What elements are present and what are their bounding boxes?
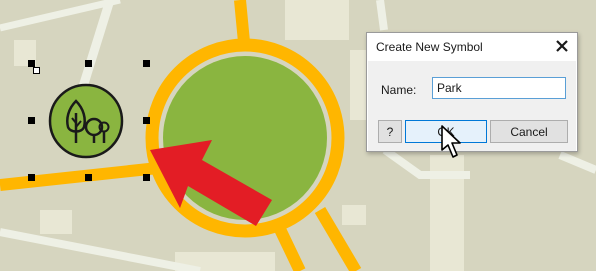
dialog-body: Name: ? OK Cancel xyxy=(368,61,576,151)
selection-handle[interactable] xyxy=(28,117,35,124)
mouse-pointer-icon xyxy=(441,125,461,158)
map-canvas[interactable]: Create New Symbol Name: ? OK Cancel xyxy=(0,0,596,271)
selection-handle[interactable] xyxy=(85,60,92,67)
building-block xyxy=(342,205,366,225)
major-road xyxy=(234,0,250,43)
name-label: Name: xyxy=(381,83,417,97)
rotation-handle[interactable] xyxy=(33,67,40,74)
selection-handle[interactable] xyxy=(28,60,35,67)
building-block xyxy=(40,210,72,234)
dialog-title: Create New Symbol xyxy=(376,40,483,54)
minor-road xyxy=(376,0,388,31)
close-icon[interactable] xyxy=(553,37,571,55)
help-button[interactable]: ? xyxy=(378,120,402,143)
red-arrow-icon xyxy=(150,140,272,226)
selection-handle[interactable] xyxy=(28,174,35,181)
building-block xyxy=(285,0,349,40)
cancel-button[interactable]: Cancel xyxy=(490,120,568,143)
name-field[interactable] xyxy=(432,77,566,99)
selection-handle[interactable] xyxy=(85,174,92,181)
create-symbol-dialog: Create New Symbol Name: ? OK Cancel xyxy=(366,32,578,152)
park-tree-icon[interactable] xyxy=(48,83,124,159)
selection-handle[interactable] xyxy=(143,60,150,67)
